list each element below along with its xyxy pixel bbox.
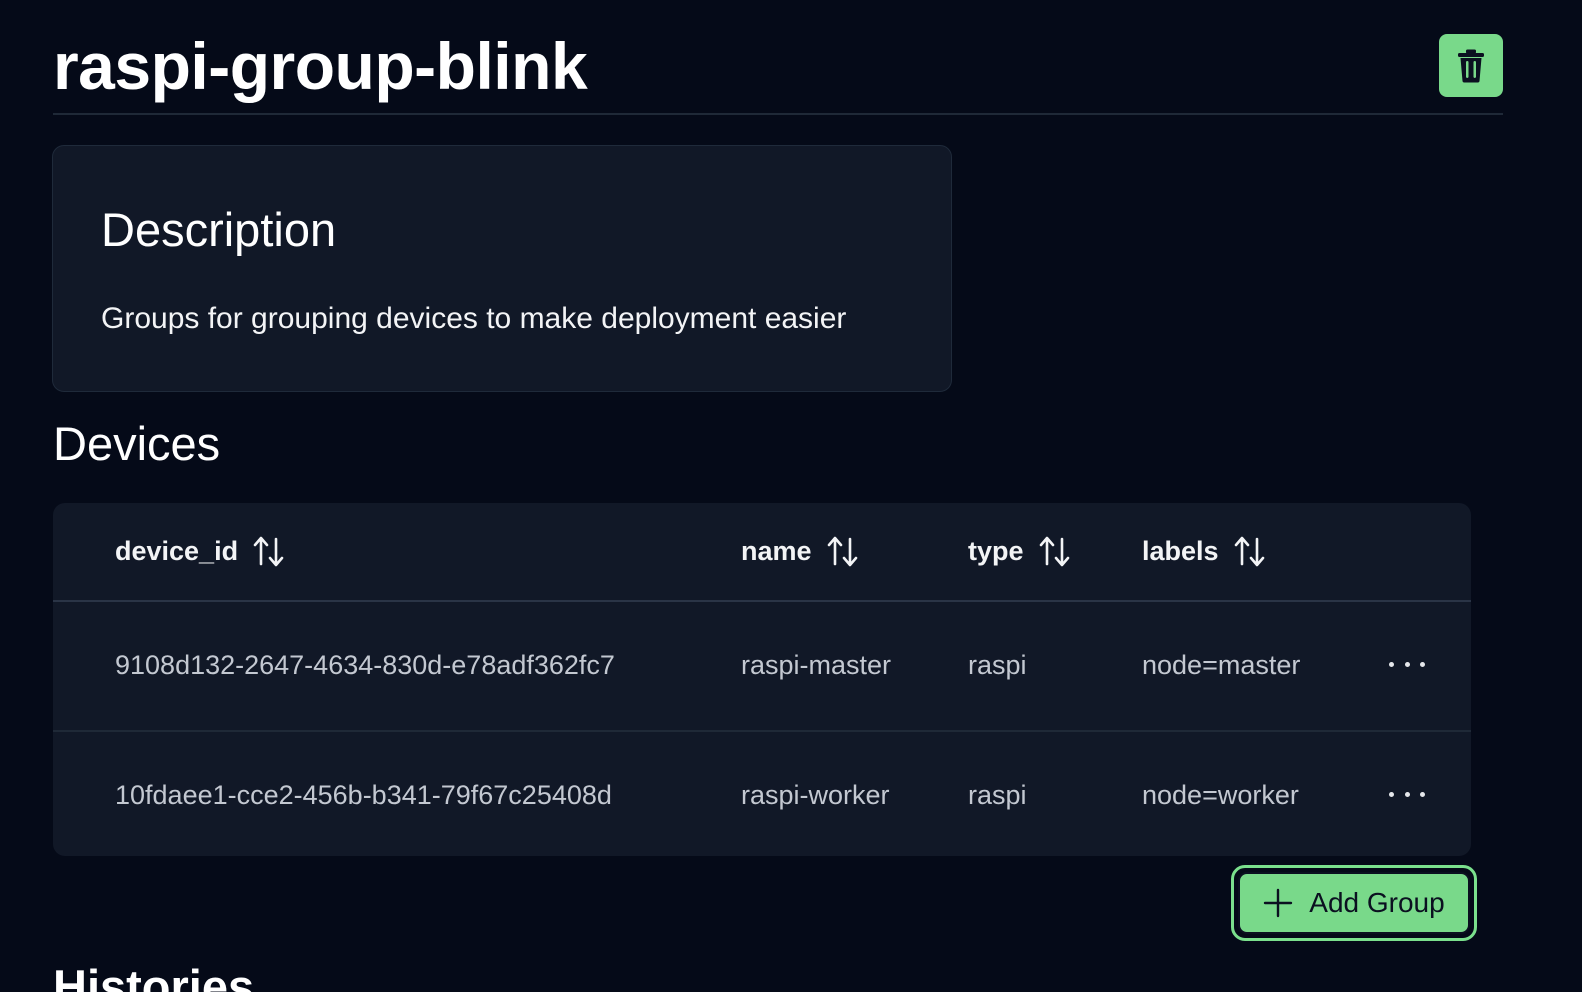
column-header-type[interactable]: type [968, 533, 1072, 569]
trash-icon [1457, 49, 1485, 83]
column-header-label: labels [1142, 536, 1219, 566]
cell-name: raspi-master [741, 650, 892, 680]
column-header-name[interactable]: name [741, 533, 860, 569]
description-card: Description Groups for grouping devices … [52, 145, 952, 392]
column-header-device-id[interactable]: device_id [115, 533, 286, 569]
plus-icon [1263, 888, 1293, 918]
table-row[interactable]: 10fdaee1-cce2-456b-b341-79f67c25408d ras… [53, 732, 1471, 856]
column-header-labels[interactable]: labels [1142, 533, 1267, 569]
cell-type: raspi [968, 780, 1027, 810]
cell-device-id: 9108d132-2647-4634-830d-e78adf362fc7 [115, 650, 615, 680]
table-row[interactable]: 9108d132-2647-4634-830d-e78adf362fc7 ras… [53, 602, 1471, 732]
ellipsis-icon[interactable] [1389, 782, 1425, 806]
add-group-button[interactable]: Add Group [1231, 865, 1477, 941]
sort-arrows-icon [1233, 534, 1267, 568]
devices-heading: Devices [53, 417, 221, 470]
histories-heading: Histories [53, 960, 255, 992]
cell-type: raspi [968, 650, 1027, 680]
description-text: Groups for grouping devices to make depl… [101, 302, 847, 335]
table-header: device_id name type labels [53, 503, 1471, 602]
cell-device-id: 10fdaee1-cce2-456b-b341-79f67c25408d [115, 780, 612, 810]
ellipsis-icon[interactable] [1389, 652, 1425, 676]
sort-arrows-icon [1038, 534, 1072, 568]
column-header-label: device_id [115, 536, 239, 566]
sort-arrows-icon [826, 534, 860, 568]
add-group-label: Add Group [1309, 887, 1445, 918]
sort-arrows-icon [252, 534, 286, 568]
cell-labels: node=master [1142, 650, 1301, 680]
column-header-label: type [968, 536, 1024, 566]
cell-name: raspi-worker [741, 780, 890, 810]
devices-table: device_id name type labels 9108d132-2647… [53, 503, 1471, 856]
add-group-button-face: Add Group [1238, 872, 1470, 934]
page: raspi-group-blink Description Groups for… [0, 0, 1582, 992]
cell-labels: node=worker [1142, 780, 1299, 810]
title-divider [53, 113, 1503, 115]
page-title: raspi-group-blink [53, 29, 588, 103]
column-header-label: name [741, 536, 812, 566]
description-heading: Description [101, 203, 337, 256]
delete-group-button[interactable] [1439, 34, 1503, 97]
